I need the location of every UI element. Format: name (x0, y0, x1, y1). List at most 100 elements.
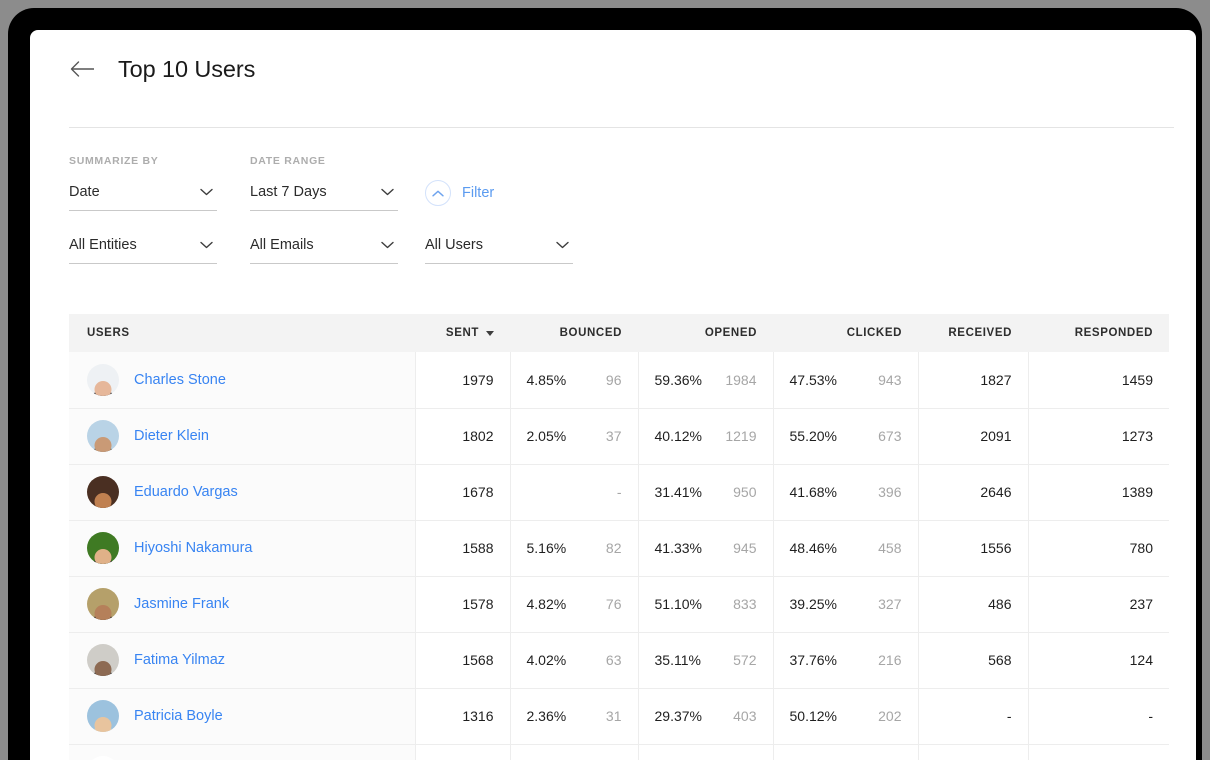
percent-value: 51.10% (654, 596, 702, 612)
sent-cell: 1588 (415, 520, 511, 577)
user-cell (69, 744, 416, 760)
bounced-cell: - (510, 464, 639, 521)
bounced-cell: 4.82% 76 (510, 576, 639, 633)
table-row[interactable]: Hiyoshi Nakamura 1588 5.16% 82 41.33% 945 … (69, 520, 1169, 577)
user-name-link[interactable]: Fatima Yilmaz (134, 652, 225, 668)
count-value: 63 (605, 652, 622, 668)
date-range-value: Last 7 Days (250, 184, 327, 200)
responded-cell: - (1028, 688, 1169, 745)
table-body: Charles Stone 1979 4.85% 96 59.36% 1984 47… (69, 352, 1169, 760)
user-cell: Dieter Klein (69, 408, 416, 465)
summarize-by-value: Date (69, 184, 100, 200)
emails-select[interactable]: All Emails (250, 236, 398, 264)
received-cell: 1556 (918, 520, 1029, 577)
users-table-container: USERS SENT BOUNCED OPENED CLICKED RECEIV… (69, 314, 1169, 760)
user-cell: Charles Stone (69, 352, 416, 409)
user-name-link[interactable]: Charles Stone (134, 372, 226, 388)
received-cell: 2091 (918, 408, 1029, 465)
device-bezel: Top 10 Users SUMMARIZE BY Date DATE RANG… (8, 8, 1202, 760)
count-value: 82 (605, 540, 622, 556)
users-select[interactable]: All Users (425, 236, 573, 264)
percent-value: 5.16% (526, 540, 567, 556)
chevron-down-icon (200, 236, 213, 254)
column-header-received[interactable]: RECEIVED (918, 314, 1028, 352)
percent-value: 4.82% (526, 596, 567, 612)
sent-cell: 1802 (415, 408, 511, 465)
column-header-users[interactable]: USERS (69, 314, 415, 352)
sent-cell (415, 744, 511, 760)
column-header-responded[interactable]: RESPONDED (1028, 314, 1169, 352)
sent-cell: 1678 (415, 464, 511, 521)
column-header-bounced[interactable]: BOUNCED (510, 314, 638, 352)
bounced-cell: 2.36% 31 (510, 688, 639, 745)
filter-toggle-button[interactable]: Filter (425, 180, 494, 211)
user-name-link[interactable]: Eduardo Vargas (134, 484, 238, 500)
count-value: - (616, 484, 622, 500)
user-name-link[interactable]: Dieter Klein (134, 428, 209, 444)
responded-cell: 1273 (1028, 408, 1169, 465)
percent-value: 55.20% (789, 428, 837, 444)
percent-value: 4.85% (526, 371, 567, 388)
summarize-by-select[interactable]: Date (69, 183, 217, 211)
count-value: 1984 (725, 371, 757, 388)
date-range-select[interactable]: Last 7 Days (250, 183, 398, 211)
filter-bar: SUMMARIZE BY Date DATE RANGE Last 7 Days (30, 128, 1196, 264)
table-row[interactable] (69, 744, 1169, 760)
date-range-field: DATE RANGE Last 7 Days (250, 155, 398, 211)
entities-select[interactable]: All Entities (69, 236, 217, 264)
table-row[interactable]: Jasmine Frank 1578 4.82% 76 51.10% 833 39.… (69, 576, 1169, 633)
user-cell: Jasmine Frank (69, 576, 416, 633)
filter-label: Filter (462, 185, 495, 201)
users-value: All Users (425, 237, 484, 253)
column-header-sent[interactable]: SENT (415, 314, 510, 352)
count-value: 833 (733, 596, 757, 612)
table-row[interactable]: Dieter Klein 1802 2.05% 37 40.12% 1219 55.… (69, 408, 1169, 465)
received-cell: 2646 (918, 464, 1029, 521)
received-cell: 568 (918, 632, 1029, 689)
bounced-cell: 5.16% 82 (510, 520, 639, 577)
count-value: 1219 (725, 428, 757, 444)
percent-value: 59.36% (654, 371, 702, 388)
count-value: 950 (733, 484, 757, 500)
user-name-link[interactable]: Patricia Boyle (134, 708, 223, 724)
user-name-link[interactable]: Jasmine Frank (134, 596, 229, 612)
avatar (87, 532, 119, 564)
bounced-cell: 4.85% 96 (510, 352, 639, 409)
count-value: 458 (878, 540, 902, 556)
bounced-cell: 4.02% 63 (510, 632, 639, 689)
users-table: USERS SENT BOUNCED OPENED CLICKED RECEIV… (69, 314, 1169, 760)
clicked-cell: 39.25% 327 (773, 576, 919, 633)
opened-cell: 59.36% 1984 (638, 352, 774, 409)
opened-cell (638, 744, 774, 760)
column-header-clicked[interactable]: CLICKED (773, 314, 918, 352)
emails-value: All Emails (250, 237, 314, 253)
entities-value: All Entities (69, 237, 137, 253)
back-button[interactable] (69, 55, 97, 83)
received-cell (918, 744, 1029, 760)
table-header-row: USERS SENT BOUNCED OPENED CLICKED RECEIV… (69, 314, 1169, 352)
count-value: 673 (878, 428, 902, 444)
column-header-opened[interactable]: OPENED (638, 314, 773, 352)
chevron-down-icon (381, 183, 394, 201)
sent-cell: 1316 (415, 688, 511, 745)
percent-value: 39.25% (789, 596, 837, 612)
chevron-down-icon (381, 236, 394, 254)
clicked-cell: 37.76% 216 (773, 632, 919, 689)
bounced-cell (510, 744, 639, 760)
percent-value: 47.53% (789, 371, 837, 388)
count-value: 76 (605, 596, 622, 612)
app-viewport: Top 10 Users SUMMARIZE BY Date DATE RANG… (30, 30, 1196, 760)
table-row[interactable]: Charles Stone 1979 4.85% 96 59.36% 1984 47… (69, 352, 1169, 409)
user-cell: Eduardo Vargas (69, 464, 416, 521)
avatar (87, 588, 119, 620)
user-name-link[interactable]: Hiyoshi Nakamura (134, 540, 252, 556)
column-header-sent-label: SENT (445, 327, 479, 339)
avatar (87, 363, 119, 396)
table-row[interactable]: Fatima Yilmaz 1568 4.02% 63 35.11% 572 37.… (69, 632, 1169, 689)
arrow-left-icon (70, 60, 96, 78)
table-row[interactable]: Patricia Boyle 1316 2.36% 31 29.37% 403 50… (69, 688, 1169, 745)
clicked-cell (773, 744, 919, 760)
chevron-down-icon (556, 236, 569, 254)
table-row[interactable]: Eduardo Vargas 1678 - 31.41% 950 41.68% 39… (69, 464, 1169, 521)
avatar (87, 700, 119, 732)
